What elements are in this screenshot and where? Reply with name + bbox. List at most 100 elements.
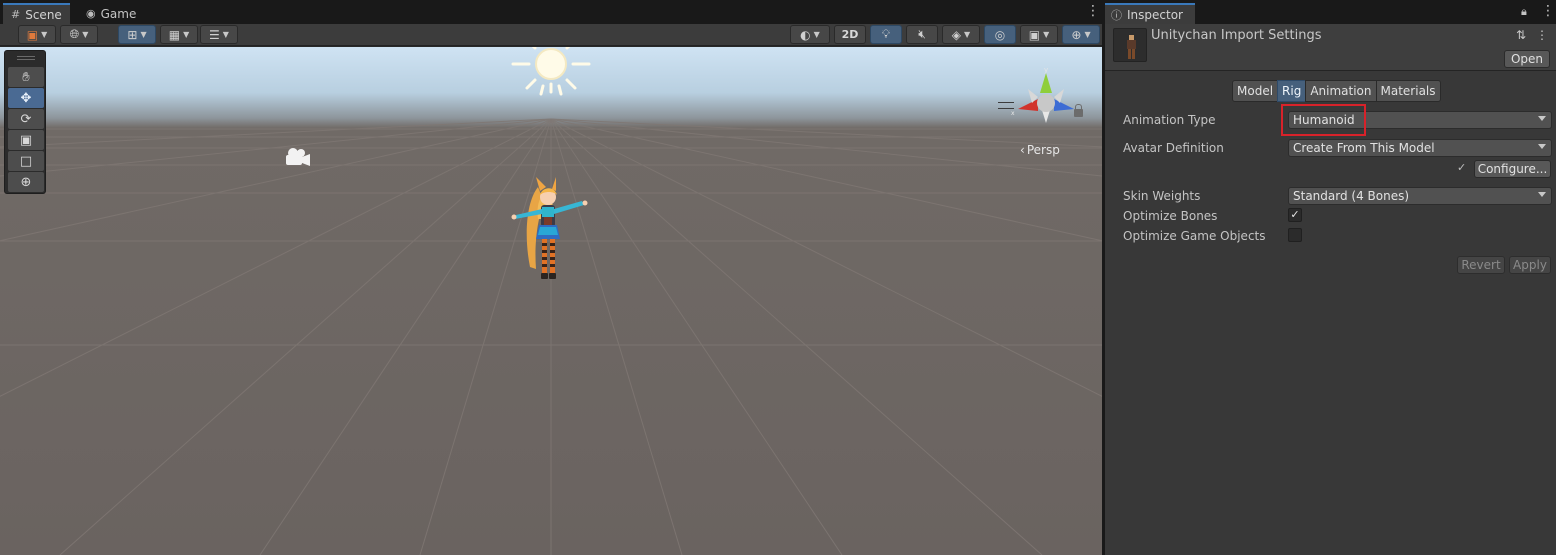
ruler-icon: ☰ — [209, 27, 220, 42]
inspector-tabbar: ⓘ Inspector 🔒︎ ⋮ — [1105, 0, 1556, 24]
transform-icon: ⊕ — [20, 174, 32, 190]
skin-weights-label: Skin Weights — [1123, 189, 1201, 203]
open-button[interactable]: Open — [1503, 50, 1550, 68]
hidden-objects-toggle[interactable]: ◎ — [984, 25, 1016, 44]
scene-tabbar: # Scene ◉ Game ⋮ — [0, 0, 1102, 24]
gizmos-dropdown[interactable]: ⊕ ▼ — [1062, 25, 1100, 44]
rect-tool[interactable]: □ — [8, 151, 44, 171]
rotate-icon: ⟳ — [20, 111, 32, 127]
rotate-tool[interactable]: ⟳ — [8, 109, 44, 129]
y-axis-label: y — [1044, 66, 1048, 74]
unitychan-character[interactable] — [511, 177, 588, 279]
2d-label: 2D — [841, 28, 859, 41]
animation-type-label: Animation Type — [1123, 113, 1216, 127]
chevron-down-icon — [1538, 192, 1546, 197]
chevron-down-icon: ▼ — [813, 30, 820, 39]
unity-editor: # Scene ◉ Game ⋮ ▣ ▼ 🌐︎ ▼ ⊞ ▼ ▦ ▼ ☰ ▼ ◐ … — [0, 0, 1556, 555]
shaded-mode-icon: ▣ — [26, 27, 39, 42]
2d-toggle[interactable]: 2D — [834, 25, 866, 44]
inspector-panel: ⓘ Inspector 🔒︎ ⋮ Unitychan Import Settin… — [1105, 0, 1556, 555]
tool-palette: ✋︎ ✥ ⟳ ▣ □ ⊕ — [4, 50, 46, 194]
grid-visibility-dropdown[interactable]: ▦ ▼ — [160, 25, 198, 44]
sphere-icon: ◐ — [800, 27, 811, 42]
audio-toggle[interactable]: 🔇︎ — [906, 25, 938, 44]
tab-model[interactable]: Model — [1232, 80, 1279, 102]
chevron-down-icon: ▼ — [964, 30, 971, 39]
skin-weights-value: Standard (4 Bones) — [1293, 189, 1410, 203]
settings-sliders-icon[interactable]: ⇅ — [1516, 28, 1526, 42]
grid-snap-toggle[interactable]: ⊞ ▼ — [118, 25, 156, 44]
grid-icon: # — [11, 8, 21, 21]
chevron-down-icon: ▼ — [222, 30, 229, 39]
camera-dropdown[interactable]: ▣ ▼ — [1020, 25, 1058, 44]
tab-inspector[interactable]: ⓘ Inspector — [1105, 3, 1195, 24]
viewport-options-icon[interactable] — [998, 102, 1014, 109]
global-local-dropdown[interactable]: 🌐︎ ▼ — [60, 25, 98, 44]
revert-button[interactable]: Revert — [1457, 256, 1505, 274]
configure-button[interactable]: Configure... — [1474, 160, 1551, 178]
globe-icon: 🌐︎ — [69, 27, 80, 41]
layers-icon: ◈ — [951, 27, 962, 42]
import-tabs: Model Rig Animation Materials — [1232, 80, 1441, 102]
highlight-annotation — [1281, 104, 1366, 136]
mute-icon: 🔇︎ — [918, 27, 926, 41]
model-thumbnail-icon — [1113, 28, 1147, 62]
scale-tool[interactable]: ▣ — [8, 130, 44, 150]
chevron-down-icon — [1538, 116, 1546, 121]
chevron-left-icon: ‹ — [1020, 143, 1025, 157]
chevron-down-icon: ▼ — [140, 30, 147, 39]
effects-dropdown[interactable]: ◈ ▼ — [942, 25, 980, 44]
camera-icon: ▣ — [1028, 27, 1041, 42]
avatar-definition-dropdown[interactable]: Create From This Model — [1288, 139, 1552, 157]
projection-toggle[interactable]: ‹ Persp — [1020, 143, 1060, 157]
tab-rig[interactable]: Rig — [1277, 80, 1307, 102]
palette-drag-handle[interactable] — [17, 56, 35, 60]
eye-off-icon: ◎ — [994, 27, 1006, 42]
scene-viewport[interactable]: y x z ✋︎ ✥ ⟳ ▣ □ ⊕ ‹ Persp — [0, 47, 1102, 555]
draw-mode-dropdown[interactable]: ▣ ▼ — [18, 25, 56, 44]
avatar-definition-label: Avatar Definition — [1123, 141, 1224, 155]
tab-materials[interactable]: Materials — [1375, 80, 1441, 102]
scale-icon: ▣ — [19, 132, 33, 148]
ground-grid: y x z — [0, 47, 1102, 555]
optimize-bones-checkbox[interactable]: ✓ — [1288, 208, 1302, 222]
grid-icon: ▦ — [168, 27, 181, 42]
inspector-more-icon[interactable]: ⋮ — [1541, 4, 1555, 18]
chevron-down-icon — [1538, 144, 1546, 149]
tab-game[interactable]: ◉ Game — [78, 3, 144, 24]
sun-light-icon[interactable] — [511, 47, 591, 96]
asset-title: Unitychan Import Settings — [1151, 28, 1322, 43]
lighting-toggle[interactable]: 💡︎ — [870, 25, 902, 44]
scene-panel: # Scene ◉ Game ⋮ ▣ ▼ 🌐︎ ▼ ⊞ ▼ ▦ ▼ ☰ ▼ ◐ … — [0, 0, 1102, 555]
optimize-game-objects-label: Optimize Game Objects — [1123, 229, 1266, 243]
skin-weights-dropdown[interactable]: Standard (4 Bones) — [1288, 187, 1552, 205]
tab-animation[interactable]: Animation — [1305, 80, 1377, 102]
projection-label: Persp — [1026, 143, 1060, 157]
lock-icon[interactable] — [1074, 104, 1083, 117]
gizmo-icon: ⊕ — [1071, 27, 1082, 42]
chevron-down-icon: ▼ — [82, 30, 89, 39]
move-tool[interactable]: ✥ — [8, 88, 44, 108]
snap-icon: ⊞ — [127, 27, 138, 42]
camera-gizmo-icon[interactable] — [286, 148, 310, 166]
hand-tool[interactable]: ✋︎ — [8, 67, 44, 87]
tab-scene[interactable]: # Scene — [3, 3, 70, 24]
tab-game-label: Game — [100, 6, 137, 21]
inspector-lock-icon[interactable]: 🔒︎ — [1521, 5, 1527, 19]
header-more-icon[interactable]: ⋮ — [1536, 28, 1548, 42]
chevron-down-icon: ▼ — [183, 30, 190, 39]
chevron-down-icon: ▼ — [1043, 30, 1050, 39]
lightbulb-icon: 💡︎ — [881, 27, 891, 41]
orientation-gizmo[interactable]: y x z — [1011, 66, 1079, 123]
tab-inspector-label: Inspector — [1127, 7, 1183, 22]
shading-dropdown[interactable]: ◐ ▼ — [790, 25, 830, 44]
checkmark-icon: ✓ — [1290, 208, 1300, 221]
optimize-game-objects-checkbox[interactable] — [1288, 228, 1302, 242]
header-actions: ⇅ ⋮ — [1516, 28, 1548, 42]
chevron-down-icon: ▼ — [1084, 30, 1091, 39]
scene-more-icon[interactable]: ⋮ — [1086, 4, 1100, 18]
tab-scene-label: Scene — [25, 7, 62, 22]
increment-snap-dropdown[interactable]: ☰ ▼ — [200, 25, 238, 44]
apply-button[interactable]: Apply — [1509, 256, 1551, 274]
transform-tool[interactable]: ⊕ — [8, 172, 44, 192]
